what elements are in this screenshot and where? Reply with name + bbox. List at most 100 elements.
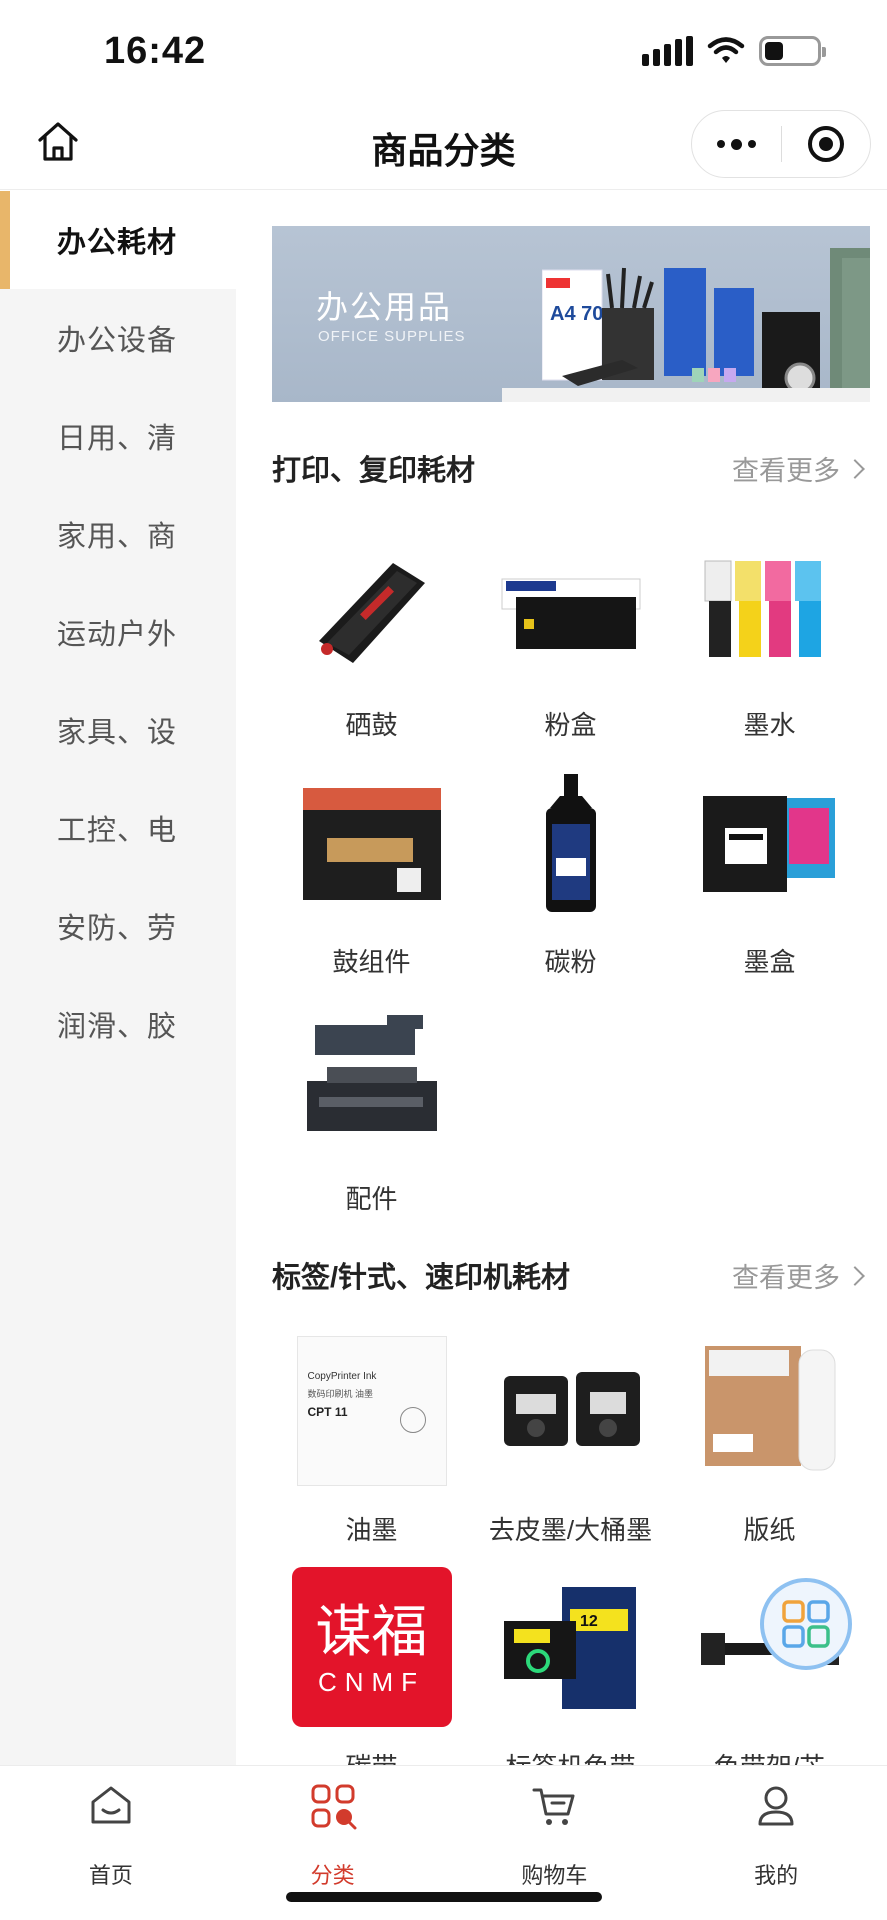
cart-icon	[532, 1788, 575, 1825]
tape-size-text: 12	[580, 1613, 598, 1630]
sidebar-item-office-consumables[interactable]: 办公耗材	[0, 191, 236, 289]
toner-cartridge-image	[318, 563, 425, 663]
section-title: 打印、复印耗材	[272, 455, 476, 487]
status-bar: 16:42	[0, 0, 887, 100]
sidebar-item-label: 运动户外	[57, 619, 178, 651]
category-item-ink[interactable]: 墨水	[670, 509, 869, 746]
mini-program-capsule	[691, 110, 871, 178]
category-item-label: 粉盒	[544, 710, 597, 740]
sidebar-item-label: 安防、劳	[57, 913, 178, 945]
more-button[interactable]	[692, 111, 781, 177]
category-item-drum-unit[interactable]: 鼓组件	[272, 746, 471, 983]
sidebar-item-label: 润滑、胶	[57, 1011, 178, 1043]
sidebar-item-security-labor[interactable]: 安防、劳	[0, 877, 236, 975]
wifi-icon	[707, 37, 745, 63]
tab-profile[interactable]: 我的	[665, 1766, 887, 1920]
category-item-label: 油墨	[345, 1515, 398, 1545]
ink-box-text-2: 数码印刷机 油墨	[307, 1389, 374, 1399]
category-item-label: 碳带	[272, 1747, 471, 1765]
sidebar-item-label: 办公耗材	[57, 227, 178, 259]
tab-label: 分类	[310, 1863, 355, 1888]
home-icon	[91, 1786, 131, 1824]
floating-menu-button[interactable]	[760, 1578, 852, 1670]
banner-subtitle: OFFICE SUPPLIES	[318, 328, 466, 345]
section-title: 标签/针式、速印机耗材	[272, 1262, 571, 1294]
category-item-toner-box[interactable]: 粉盒	[471, 509, 670, 746]
copyprinter-ink-image: CopyPrinter Ink 数码印刷机 油墨 CPT 11	[296, 1336, 447, 1486]
view-more-link[interactable]: 查看更多	[732, 449, 865, 488]
brand-logo-image: 谋福 CNMF	[291, 1567, 452, 1727]
category-item-master-paper[interactable]: 版纸	[670, 1314, 869, 1551]
tab-label: 我的	[754, 1863, 799, 1888]
sidebar-item-lubricants[interactable]: 润滑、胶	[0, 975, 236, 1073]
view-more-link[interactable]: 查看更多	[732, 1256, 865, 1295]
banner-title: 办公用品	[316, 289, 453, 325]
target-circle-icon	[807, 126, 844, 162]
category-item-printer-ink[interactable]: CopyPrinter Ink 数码印刷机 油墨 CPT 11 油墨	[272, 1314, 471, 1551]
ink-box-text: CopyPrinter Ink	[307, 1371, 377, 1382]
category-item-label: 版纸	[743, 1515, 796, 1545]
drum-unit-image	[302, 788, 441, 900]
chevron-right-icon	[845, 458, 865, 479]
label-tape-image: 12	[503, 1587, 636, 1709]
category-item-label: 去皮墨/大桶墨	[488, 1515, 653, 1545]
category-item-label-tape[interactable]: 12 标签机色带	[471, 1551, 670, 1765]
category-item-label: 色带架/芯	[670, 1747, 869, 1765]
sidebar-item-label: 家用、商	[57, 521, 178, 553]
printer-parts-image	[306, 1015, 437, 1131]
tab-home[interactable]: 首页	[0, 1766, 222, 1920]
status-icons	[642, 36, 826, 66]
sidebar-item-industrial-control[interactable]: 工控、电	[0, 779, 236, 877]
category-item-ink-cartridge[interactable]: 墨盒	[670, 746, 869, 983]
category-icon	[311, 1784, 357, 1830]
banner-paper-text: A4 70	[550, 303, 603, 325]
nav-bar: 商品分类	[0, 100, 887, 190]
brand-logo-subtext: CNMF	[317, 1667, 426, 1697]
category-item-ink-drum[interactable]: 去皮墨/大桶墨	[471, 1314, 670, 1551]
tab-label: 购物车	[521, 1863, 588, 1888]
sidebar-item-household[interactable]: 家用、商	[0, 485, 236, 583]
toner-box-image	[501, 578, 640, 649]
category-item-toner-cartridge[interactable]: 硒鼓	[272, 509, 471, 746]
chevron-right-icon	[845, 1265, 865, 1286]
sidebar-item-label: 工控、电	[57, 815, 178, 847]
sidebar-item-office-equipment[interactable]: 办公设备	[0, 289, 236, 387]
status-time: 16:42	[104, 30, 207, 72]
sidebar-item-label: 家具、设	[57, 717, 178, 749]
view-more-label: 查看更多	[732, 456, 840, 486]
view-more-label: 查看更多	[732, 1263, 840, 1293]
category-sidebar: 办公耗材 办公设备 日用、清 家用、商 运动户外 家具、设 工控、电 安防、劳 …	[0, 191, 236, 1765]
ink-drum-image	[503, 1372, 640, 1446]
toner-powder-bottle-image	[545, 774, 596, 912]
category-item-label: 鼓组件	[332, 947, 411, 977]
brand-logo-text: 谋福	[315, 1600, 428, 1665]
ink-cartridge-image	[702, 796, 835, 892]
office-supplies-banner[interactable]: 办公用品 OFFICE SUPPLIES A4 70	[272, 226, 870, 402]
sidebar-item-label: 办公设备	[57, 325, 178, 357]
product-grid-printing: 硒鼓 粉盒 墨水 鼓组件 碳粉 墨盒 配件	[272, 509, 870, 1220]
profile-icon	[758, 1786, 794, 1826]
sidebar-item-outdoor-sports[interactable]: 运动户外	[0, 583, 236, 681]
ink-bottles-image	[704, 560, 821, 657]
grid-apps-icon	[782, 1600, 830, 1648]
sidebar-item-daily-cleaning[interactable]: 日用、清	[0, 387, 236, 485]
section-header-printing: 打印、复印耗材 查看更多	[272, 447, 865, 488]
home-indicator	[286, 1892, 602, 1902]
category-item-carbon-ribbon[interactable]: 谋福 CNMF 碳带	[272, 1551, 471, 1765]
category-item-accessories[interactable]: 配件	[272, 983, 471, 1220]
more-dots-icon	[716, 138, 756, 150]
sidebar-item-furniture[interactable]: 家具、设	[0, 681, 236, 779]
close-button[interactable]	[782, 111, 871, 177]
signal-icon	[642, 36, 693, 66]
category-content: 办公用品 OFFICE SUPPLIES A4 70 打印、复印耗材 查看更多	[236, 191, 887, 1765]
category-item-label: 墨水	[743, 710, 796, 740]
battery-icon	[759, 36, 826, 66]
sidebar-item-label: 日用、清	[57, 423, 178, 455]
product-grid-labels: CopyPrinter Ink 数码印刷机 油墨 CPT 11 油墨 去皮墨/大…	[272, 1314, 870, 1765]
category-item-label: 硒鼓	[345, 710, 398, 740]
category-item-label: 碳粉	[544, 947, 597, 977]
ink-box-text-3: CPT 11	[307, 1405, 348, 1419]
category-item-ribbon-rack[interactable]: 色带架/芯	[670, 1551, 869, 1765]
category-item-toner-powder[interactable]: 碳粉	[471, 746, 670, 983]
banner-shelf	[502, 388, 870, 402]
